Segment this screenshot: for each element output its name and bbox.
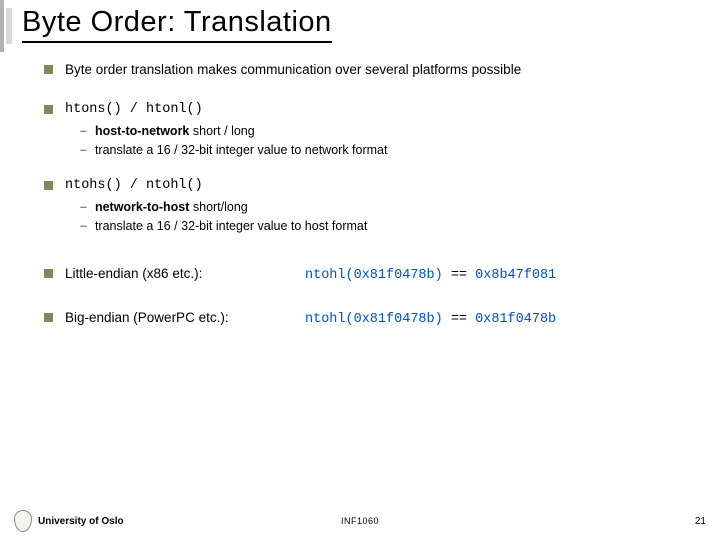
- course-code: INF1060: [341, 516, 379, 526]
- bullet-big-endian: Big-endian (PowerPC etc.): ntohl(0x81f04…: [44, 309, 690, 329]
- sub-list: – host-to-network short / long – transla…: [80, 123, 690, 159]
- bullet-icon: [44, 65, 53, 74]
- university-name: University of Oslo: [38, 516, 124, 527]
- dash-icon: –: [80, 142, 87, 159]
- bullet-icon: [44, 269, 53, 278]
- footer: University of Oslo INF1060 21: [0, 510, 720, 532]
- footer-left: University of Oslo: [14, 510, 124, 532]
- dash-icon: –: [80, 123, 87, 140]
- university-crest-icon: [14, 510, 32, 532]
- endian-row: Little-endian (x86 etc.): ntohl(0x81f047…: [65, 265, 690, 285]
- sub-list: – network-to-host short/long – translate…: [80, 199, 690, 235]
- bullet-code: htons() / htonl(): [65, 101, 690, 119]
- sub-text: translate a 16 / 32-bit integer value to…: [95, 142, 388, 159]
- endian-code: ntohl(0x81f0478b) == 0x8b47f081: [305, 267, 556, 285]
- sub-item: – host-to-network short / long: [80, 123, 690, 140]
- sub-text: host-to-network short / long: [95, 123, 255, 140]
- page-number: 21: [695, 516, 706, 527]
- sub-text: network-to-host short/long: [95, 199, 248, 216]
- bullet-htons: htons() / htonl(): [44, 101, 690, 119]
- bullet-text: Byte order translation makes communicati…: [65, 61, 690, 79]
- sub-item: – network-to-host short/long: [80, 199, 690, 216]
- endian-row: Big-endian (PowerPC etc.): ntohl(0x81f04…: [65, 309, 690, 329]
- sub-text: translate a 16 / 32-bit integer value to…: [95, 218, 367, 235]
- endian-label: Little-endian (x86 etc.):: [65, 265, 305, 283]
- slide-body: Byte order translation makes communicati…: [0, 43, 720, 330]
- bullet-little-endian: Little-endian (x86 etc.): ntohl(0x81f047…: [44, 265, 690, 285]
- title-accent: [0, 0, 20, 52]
- bullet-ntohs: ntohs() / ntohl(): [44, 177, 690, 195]
- sub-item: – translate a 16 / 32-bit integer value …: [80, 218, 690, 235]
- bullet-icon: [44, 181, 53, 190]
- bullet-code: ntohs() / ntohl(): [65, 177, 690, 195]
- dash-icon: –: [80, 218, 87, 235]
- bullet-icon: [44, 105, 53, 114]
- dash-icon: –: [80, 199, 87, 216]
- endian-label: Big-endian (PowerPC etc.):: [65, 309, 305, 327]
- sub-item: – translate a 16 / 32-bit integer value …: [80, 142, 690, 159]
- page-title: Byte Order: Translation: [22, 6, 332, 43]
- bullet-icon: [44, 313, 53, 322]
- endian-code: ntohl(0x81f0478b) == 0x81f0478b: [305, 311, 556, 329]
- bullet-intro: Byte order translation makes communicati…: [44, 61, 690, 79]
- title-bar: Byte Order: Translation: [0, 0, 720, 43]
